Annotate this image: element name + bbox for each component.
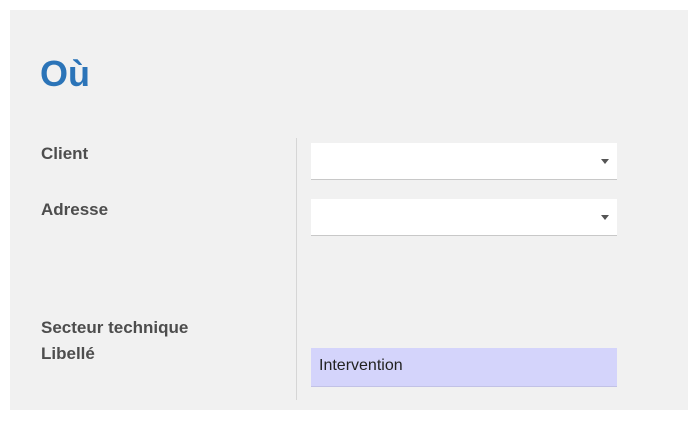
column-divider — [296, 138, 297, 400]
section-title: Où — [40, 53, 90, 94]
libelle-input[interactable] — [311, 348, 617, 387]
libelle-label: Libellé — [41, 344, 95, 363]
adresse-select[interactable] — [311, 199, 617, 236]
secteur-technique-label: Secteur technique — [41, 318, 189, 337]
client-label: Client — [41, 144, 89, 163]
location-form-panel: Où Client Adresse Secteur technique Libe… — [10, 10, 688, 410]
chevron-down-icon[interactable] — [601, 215, 609, 220]
adresse-label: Adresse — [41, 200, 109, 219]
chevron-down-icon[interactable] — [601, 159, 609, 164]
client-select[interactable] — [311, 143, 617, 180]
